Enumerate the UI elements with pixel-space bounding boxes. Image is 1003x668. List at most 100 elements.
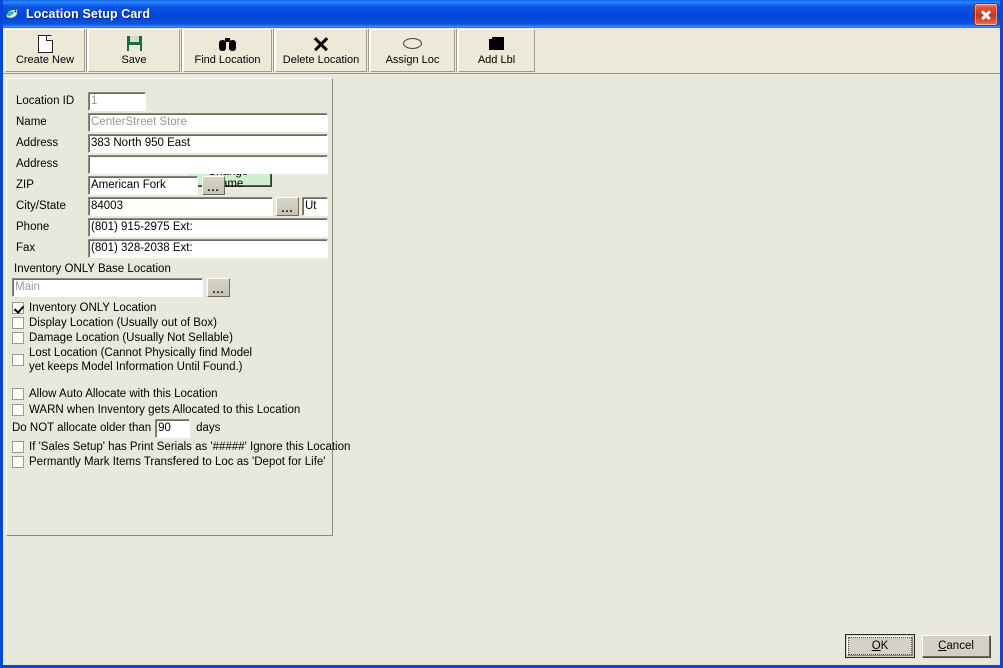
checkbox-label: Display Location (Usually out of Box) (29, 317, 217, 329)
label-base-location: Inventory ONLY Base Location (14, 263, 171, 275)
zip-lookup-button[interactable]: ... (202, 175, 225, 195)
oval-icon (403, 34, 422, 53)
toolbar-separator (456, 29, 457, 72)
toolbar-button-label: Delete Location (282, 54, 360, 66)
toolbar-button-delete-location[interactable]: Delete Location (275, 29, 367, 72)
checkbox-row-lost-location[interactable]: Lost Location (Cannot Physically find Mo… (12, 346, 264, 374)
checkbox-row-inventory-only-location[interactable]: Inventory ONLY Location (12, 301, 156, 315)
phone-input[interactable]: (801) 915-2975 Ext: (88, 217, 328, 237)
checkbox-label: Damage Location (Usually Not Sellable) (29, 332, 233, 344)
base-location-input[interactable]: Main (12, 277, 203, 297)
checkbox-label: Allow Auto Allocate with this Location (29, 388, 218, 400)
checkbox-inventory-only-location[interactable] (12, 302, 24, 314)
window-title: Location Setup Card (26, 7, 151, 21)
base-location-lookup-button[interactable]: ... (207, 277, 230, 297)
title-bar: Location Setup Card (3, 0, 1000, 28)
checkbox-row-allow-auto-allocate[interactable]: Allow Auto Allocate with this Location (12, 387, 218, 401)
label-address-1: Address (16, 137, 59, 149)
location-setup-card-window: Location Setup Card Create New Save Find… (0, 0, 1003, 668)
checkbox-label: Lost Location (Cannot Physically find Mo… (29, 347, 253, 373)
ellipsis-icon: ... (281, 202, 294, 215)
client-area: Location ID 1 Change Name Name CenterStr… (3, 74, 1000, 665)
checkbox-label: If 'Sales Setup' has Print Serials as '#… (29, 441, 351, 453)
dialog-footer: OK Cancel (845, 634, 990, 658)
address-2-input[interactable] (88, 154, 328, 174)
x-cross-icon (314, 34, 329, 53)
toolbar-button-label: Create New (15, 54, 75, 66)
toolbar-button-find-location[interactable]: Find Location (183, 29, 272, 72)
name-input[interactable]: CenterStreet Store (88, 112, 328, 132)
label-fax: Fax (16, 242, 36, 254)
allocate-age-days-input[interactable]: 90 (155, 418, 191, 438)
checkbox-warn-allocated[interactable] (12, 404, 24, 416)
toolbar-button-create-new[interactable]: Create New (5, 29, 85, 72)
field-row-zip: ZIP American Fork ... (16, 175, 225, 195)
checkbox-label: WARN when Inventory gets Allocated to th… (29, 404, 301, 416)
checkbox-display-location[interactable] (12, 317, 24, 329)
location-details-panel: Location ID 1 Change Name Name CenterStr… (6, 78, 350, 536)
label-phone: Phone (16, 221, 50, 233)
title-bar-buttons (974, 3, 998, 26)
zip-input[interactable]: American Fork (88, 175, 198, 195)
toolbar: Create New Save Find Location Delete Loc… (3, 28, 1000, 74)
toolbar-button-label: Find Location (194, 54, 261, 66)
checkbox-row-warn-allocated[interactable]: WARN when Inventory gets Allocated to th… (12, 403, 300, 417)
toolbar-button-label: Add Lbl (477, 54, 516, 66)
label-name: Name (16, 116, 47, 128)
checkbox-row-ignore-print-serials[interactable]: If 'Sales Setup' has Print Serials as '#… (12, 440, 350, 454)
checkbox-lost-location[interactable] (12, 354, 24, 366)
field-row-base-location: Main ... (12, 277, 230, 297)
cancel-button-label: ancel (946, 640, 974, 652)
city-input[interactable]: 84003 (88, 196, 273, 216)
label-address-2: Address (16, 158, 59, 170)
toolbar-button-add-lbl[interactable]: Add Lbl (458, 29, 535, 72)
toolbar-separator (368, 29, 369, 72)
checkbox-ignore-print-serials[interactable] (12, 441, 24, 453)
field-row-location-id: Location ID 1 (16, 91, 146, 111)
location-id-input[interactable]: 1 (88, 91, 146, 111)
toolbar-button-assign-loc[interactable]: Assign Loc (370, 29, 455, 72)
ok-button-label: K (880, 640, 889, 652)
label-allocate-age-prefix: Do NOT allocate older than (12, 422, 152, 434)
label-zip: ZIP (16, 179, 34, 191)
label-icon (487, 34, 504, 53)
field-row-fax: Fax (801) 328-2038 Ext: (16, 238, 328, 258)
field-row-address-1: Address 383 North 950 East (16, 133, 328, 153)
state-input[interactable]: Ut (302, 196, 328, 216)
floppy-disk-icon (126, 34, 142, 53)
checkbox-label: Permantly Mark Items Transfered to Loc a… (29, 456, 326, 468)
toolbar-separator (181, 29, 182, 72)
ok-button-accel: O (871, 640, 881, 652)
toolbar-button-label: Save (121, 54, 147, 66)
field-row-phone: Phone (801) 915-2975 Ext: (16, 217, 328, 237)
fax-input[interactable]: (801) 328-2038 Ext: (88, 238, 328, 258)
toolbar-button-label: Assign Loc (385, 54, 440, 66)
checkbox-row-depot-for-life[interactable]: Permantly Mark Items Transfered to Loc a… (12, 455, 325, 469)
close-icon[interactable] (974, 3, 998, 26)
field-row-name: Name CenterStreet Store (16, 112, 328, 132)
ellipsis-icon: ... (212, 283, 225, 296)
toolbar-button-save[interactable]: Save (88, 29, 180, 72)
field-row-allocate-age: Do NOT allocate older than 90 days (12, 418, 221, 438)
field-row-city-state: City/State 84003 ... Ut (16, 196, 328, 216)
toolbar-separator (86, 29, 87, 72)
checkbox-allow-auto-allocate[interactable] (12, 388, 24, 400)
bird-icon (4, 5, 22, 23)
checkbox-depot-for-life[interactable] (12, 456, 24, 468)
label-location-id: Location ID (16, 95, 75, 107)
label-city-state: City/State (16, 200, 66, 212)
checkbox-damage-location[interactable] (12, 332, 24, 344)
binoculars-icon (219, 34, 236, 53)
label-allocate-age-suffix: days (196, 422, 221, 434)
field-row-address-2: Address (16, 154, 328, 174)
ellipsis-icon: ... (207, 181, 220, 194)
cancel-button[interactable]: Cancel (922, 635, 990, 657)
checkbox-row-display-location[interactable]: Display Location (Usually out of Box) (12, 316, 217, 330)
toolbar-separator (273, 29, 274, 72)
new-document-icon (37, 33, 54, 53)
ok-button[interactable]: OK (845, 634, 915, 658)
address-1-input[interactable]: 383 North 950 East (88, 133, 328, 153)
checkbox-row-damage-location[interactable]: Damage Location (Usually Not Sellable) (12, 331, 233, 345)
checkbox-label: Inventory ONLY Location (29, 302, 157, 314)
city-lookup-button[interactable]: ... (276, 196, 299, 216)
